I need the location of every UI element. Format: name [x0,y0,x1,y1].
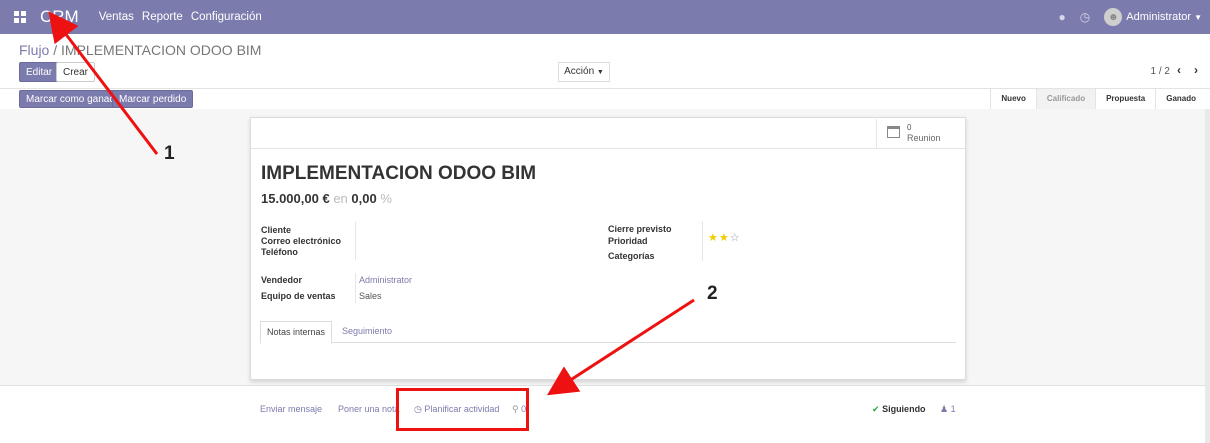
annotation-number-2: 2 [707,283,718,304]
highlight-box [396,388,529,431]
annotation-arrows [48,11,695,396]
arrow-2 [546,298,695,396]
arrow-1 [48,11,159,155]
annotation-number-1: 1 [164,143,175,164]
